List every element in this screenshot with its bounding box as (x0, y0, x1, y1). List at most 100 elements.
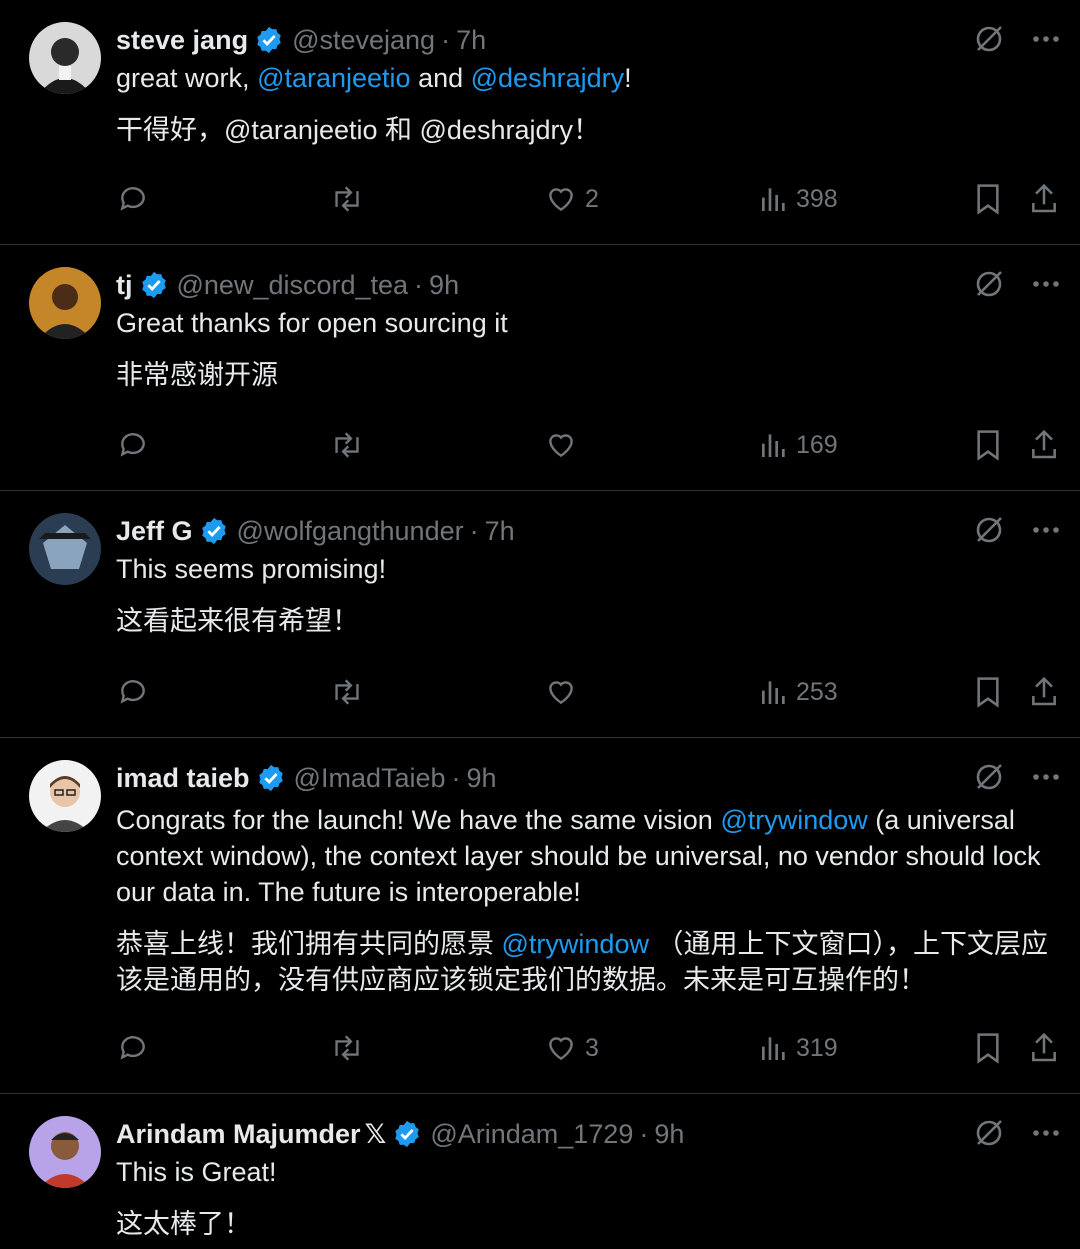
share-button[interactable] (1028, 183, 1060, 215)
like-button[interactable] (545, 429, 577, 461)
author-handle[interactable]: @Arindam_1729 (430, 1119, 633, 1150)
author-name[interactable]: steve jang (116, 25, 248, 56)
timestamp[interactable]: 7h (485, 516, 515, 547)
like-button[interactable]: 2 (545, 183, 599, 215)
heart-icon (549, 681, 573, 705)
retweet-button[interactable] (330, 183, 364, 215)
verified-badge-icon (141, 271, 166, 299)
views-icon (762, 434, 785, 457)
share-button[interactable] (1028, 1032, 1060, 1064)
author-handle[interactable]: @new_discord_tea (177, 270, 409, 301)
views-icon (762, 681, 785, 704)
mention-link[interactable]: @trywindow (720, 805, 867, 835)
share-icon (1032, 676, 1056, 706)
views-button[interactable]: 319 (760, 1032, 838, 1064)
views-button[interactable]: 398 (760, 183, 838, 215)
heart-icon (549, 188, 573, 212)
bookmark-button[interactable] (973, 429, 1003, 461)
tweet[interactable]: imad taieb @ImadTaieb · 9h Congrats for … (0, 738, 1080, 1094)
reply-icon (120, 680, 145, 704)
views-icon (762, 1037, 785, 1060)
reply-icon (120, 187, 145, 211)
like-button[interactable] (545, 676, 577, 708)
author-name[interactable]: imad taieb (116, 763, 250, 794)
avatar[interactable] (29, 267, 101, 339)
timestamp[interactable]: 9h (429, 270, 459, 301)
reply-icon (120, 1036, 145, 1060)
tweet-translation: 非常感谢开源 (116, 360, 278, 390)
bookmark-button[interactable] (973, 676, 1003, 708)
mention-link[interactable]: @trywindow (502, 929, 649, 959)
more-icon[interactable] (1032, 513, 1060, 547)
retweet-icon (335, 679, 359, 705)
like-button[interactable]: 3 (545, 1032, 599, 1064)
retweet-icon (335, 432, 359, 458)
reply-feed: steve jang @stevejang · 7h great work, @… (0, 0, 1080, 1249)
grok-icon[interactable] (972, 513, 1006, 547)
bookmark-button[interactable] (973, 183, 1003, 215)
like-count: 3 (585, 1033, 599, 1062)
tweet-text: great work, @taranjeetio and @deshrajdry… (116, 63, 632, 93)
author-name[interactable]: Arindam Majumder (116, 1119, 361, 1150)
verified-badge-icon (395, 1120, 420, 1148)
views-button[interactable]: 253 (760, 676, 838, 708)
author-name[interactable]: Jeff G (116, 516, 193, 547)
reply-button[interactable] (117, 429, 149, 461)
share-icon (1032, 183, 1056, 213)
tweet-translation: 恭喜上线！我们拥有共同的愿景 @trywindow （通用上下文窗口），上下文层… (116, 929, 1048, 995)
timestamp[interactable]: 9h (654, 1119, 684, 1150)
view-count: 253 (796, 677, 838, 706)
grok-icon[interactable] (972, 1116, 1006, 1150)
retweet-icon (335, 1035, 359, 1061)
tweet-text: This is Great! (116, 1157, 277, 1187)
avatar[interactable] (29, 1116, 101, 1188)
grok-icon[interactable] (972, 22, 1006, 56)
mention-link[interactable]: @taranjeetio (257, 63, 411, 93)
tweet[interactable]: Arindam Majumder 𝕏 @Arindam_1729 · 9h Th… (0, 1094, 1080, 1249)
mention-link[interactable]: @deshrajdry (471, 63, 624, 93)
tweet[interactable]: Jeff G @wolfgangthunder · 7h This seems … (0, 491, 1080, 738)
tweet-text: This seems promising! (116, 554, 387, 584)
more-icon[interactable] (1032, 22, 1060, 56)
grok-icon[interactable] (972, 760, 1006, 794)
reply-button[interactable] (117, 676, 149, 708)
retweet-button[interactable] (330, 429, 364, 461)
tweet[interactable]: tj @new_discord_tea · 9h Great thanks fo… (0, 245, 1080, 491)
separator-dot: · (441, 24, 451, 55)
tweet-text: Congrats for the launch! We have the sam… (116, 805, 1041, 907)
timestamp[interactable]: 7h (456, 25, 486, 56)
reply-button[interactable] (117, 1032, 149, 1064)
views-button[interactable]: 169 (760, 429, 838, 461)
more-icon[interactable] (1032, 1116, 1060, 1150)
verified-badge-icon (257, 26, 281, 54)
more-icon[interactable] (1032, 267, 1060, 301)
heart-icon (549, 434, 573, 458)
grok-icon[interactable] (972, 267, 1006, 301)
avatar[interactable] (29, 760, 101, 832)
author-handle[interactable]: @stevejang (292, 25, 435, 56)
retweet-button[interactable] (330, 1032, 364, 1064)
more-icon[interactable] (1032, 760, 1060, 794)
share-button[interactable] (1028, 429, 1060, 461)
view-count: 398 (796, 184, 838, 213)
author-handle[interactable]: @ImadTaieb (294, 763, 446, 794)
share-button[interactable] (1028, 676, 1060, 708)
views-icon (762, 188, 785, 211)
avatar[interactable] (29, 513, 101, 585)
bookmark-button[interactable] (973, 1032, 1003, 1064)
tweet-translation: 这太棒了！ (116, 1209, 251, 1239)
reply-button[interactable] (117, 183, 149, 215)
author-name[interactable]: tj (116, 270, 133, 301)
view-count: 319 (796, 1033, 838, 1062)
avatar[interactable] (29, 22, 101, 94)
retweet-button[interactable] (330, 676, 364, 708)
tweet[interactable]: steve jang @stevejang · 7h great work, @… (0, 0, 1080, 245)
bookmark-icon (977, 184, 999, 215)
share-icon (1032, 1032, 1056, 1062)
author-handle[interactable]: @wolfgangthunder (237, 516, 464, 547)
bookmark-icon (977, 677, 999, 708)
bookmark-icon (977, 430, 999, 461)
verified-badge-icon (201, 517, 226, 545)
timestamp[interactable]: 9h (467, 763, 497, 794)
tweet-translation: 这看起来很有希望！ (116, 606, 359, 636)
